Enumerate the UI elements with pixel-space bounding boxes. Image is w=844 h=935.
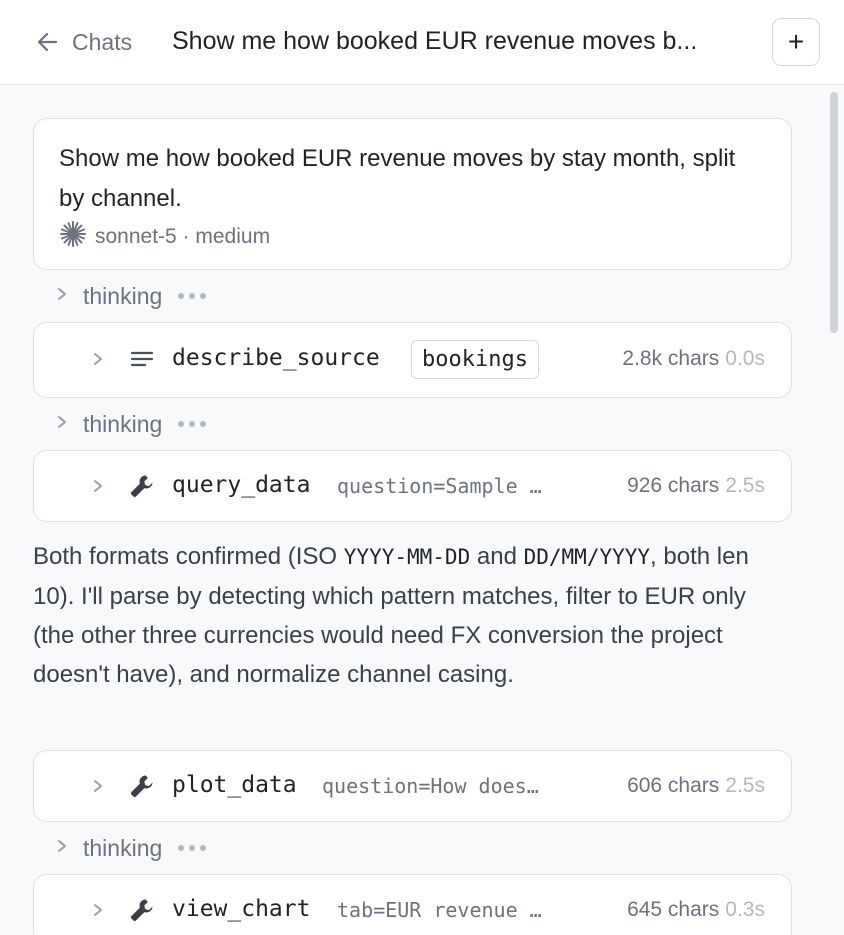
wrench-icon (128, 472, 156, 500)
tool-args: question=Sample … (337, 474, 542, 498)
tool-name: query_data (172, 472, 311, 498)
ellipsis-icon (178, 293, 207, 299)
wrench-icon (128, 896, 156, 924)
assistant-text: Both formats confirmed (ISO (33, 543, 344, 570)
model-info: sonnet-5 · medium (59, 220, 271, 254)
sparkle-icon (59, 220, 87, 254)
tool-name: plot_data (172, 772, 297, 798)
thinking-label: thinking (83, 282, 163, 309)
char-count: 926 chars (627, 474, 720, 497)
tool-name: describe_source (172, 345, 380, 371)
back-to-chats-button[interactable]: Chats (34, 26, 132, 58)
thinking-toggle[interactable]: thinking (55, 409, 207, 439)
chat-title: Show me how booked EUR revenue moves b..… (172, 27, 698, 55)
chevron-right-icon (90, 774, 106, 798)
char-count: 2.8k chars (622, 347, 720, 370)
tool-stats: 645 chars 0.3s (627, 898, 765, 922)
tool-call-query-data[interactable]: query_data question=Sample … 926 chars 2.… (33, 450, 792, 522)
source-tag: bookings (411, 340, 539, 379)
tool-args: question=How does… (322, 774, 539, 798)
user-message: Show me how booked EUR revenue moves by … (33, 118, 792, 270)
assistant-text: and (470, 543, 524, 570)
ellipsis-icon (178, 421, 207, 427)
duration: 2.5s (725, 774, 765, 797)
chevron-right-icon (55, 835, 69, 862)
inline-code: DD/MM/YYYY (523, 545, 651, 569)
thinking-label: thinking (83, 834, 163, 861)
duration: 0.3s (725, 898, 765, 921)
assistant-message: Both formats confirmed (ISO YYYY-MM-DD a… (33, 537, 793, 694)
chat-header: Chats Show me how booked EUR revenue mov… (0, 0, 844, 85)
scrollbar-thumb[interactable] (830, 92, 838, 333)
arrow-left-icon (34, 28, 62, 56)
tool-stats: 606 chars 2.5s (627, 774, 765, 798)
inline-code: YYYY-MM-DD (343, 545, 471, 569)
list-icon (128, 345, 156, 373)
tool-call-describe-source[interactable]: describe_source bookings 2.8k chars 0.0s (33, 322, 792, 398)
chevron-right-icon (90, 474, 106, 498)
chevron-right-icon (90, 898, 106, 922)
wrench-icon (128, 772, 156, 800)
thinking-toggle[interactable]: thinking (55, 281, 207, 311)
thinking-label: thinking (83, 410, 163, 437)
char-count: 606 chars (627, 774, 720, 797)
thinking-toggle[interactable]: thinking (55, 833, 207, 863)
tool-call-view-chart[interactable]: view_chart tab=EUR revenue … 645 chars 0.… (33, 874, 792, 935)
tool-args: tab=EUR revenue … (337, 898, 542, 922)
new-chat-button[interactable]: + (772, 18, 820, 66)
tool-name: view_chart (172, 896, 311, 922)
duration: 0.0s (725, 347, 765, 370)
tool-stats: 926 chars 2.5s (627, 474, 765, 498)
model-label: sonnet-5 · medium (95, 225, 271, 248)
chevron-right-icon (90, 347, 106, 371)
duration: 2.5s (725, 474, 765, 497)
char-count: 645 chars (627, 898, 720, 921)
ellipsis-icon (178, 845, 207, 851)
chevron-right-icon (55, 411, 69, 438)
tool-call-plot-data[interactable]: plot_data question=How does… 606 chars 2.… (33, 750, 792, 822)
chevron-right-icon (55, 283, 69, 310)
user-message-text: Show me how booked EUR revenue moves by … (59, 145, 736, 212)
back-label: Chats (72, 28, 133, 55)
tool-stats: 2.8k chars 0.0s (622, 347, 765, 371)
